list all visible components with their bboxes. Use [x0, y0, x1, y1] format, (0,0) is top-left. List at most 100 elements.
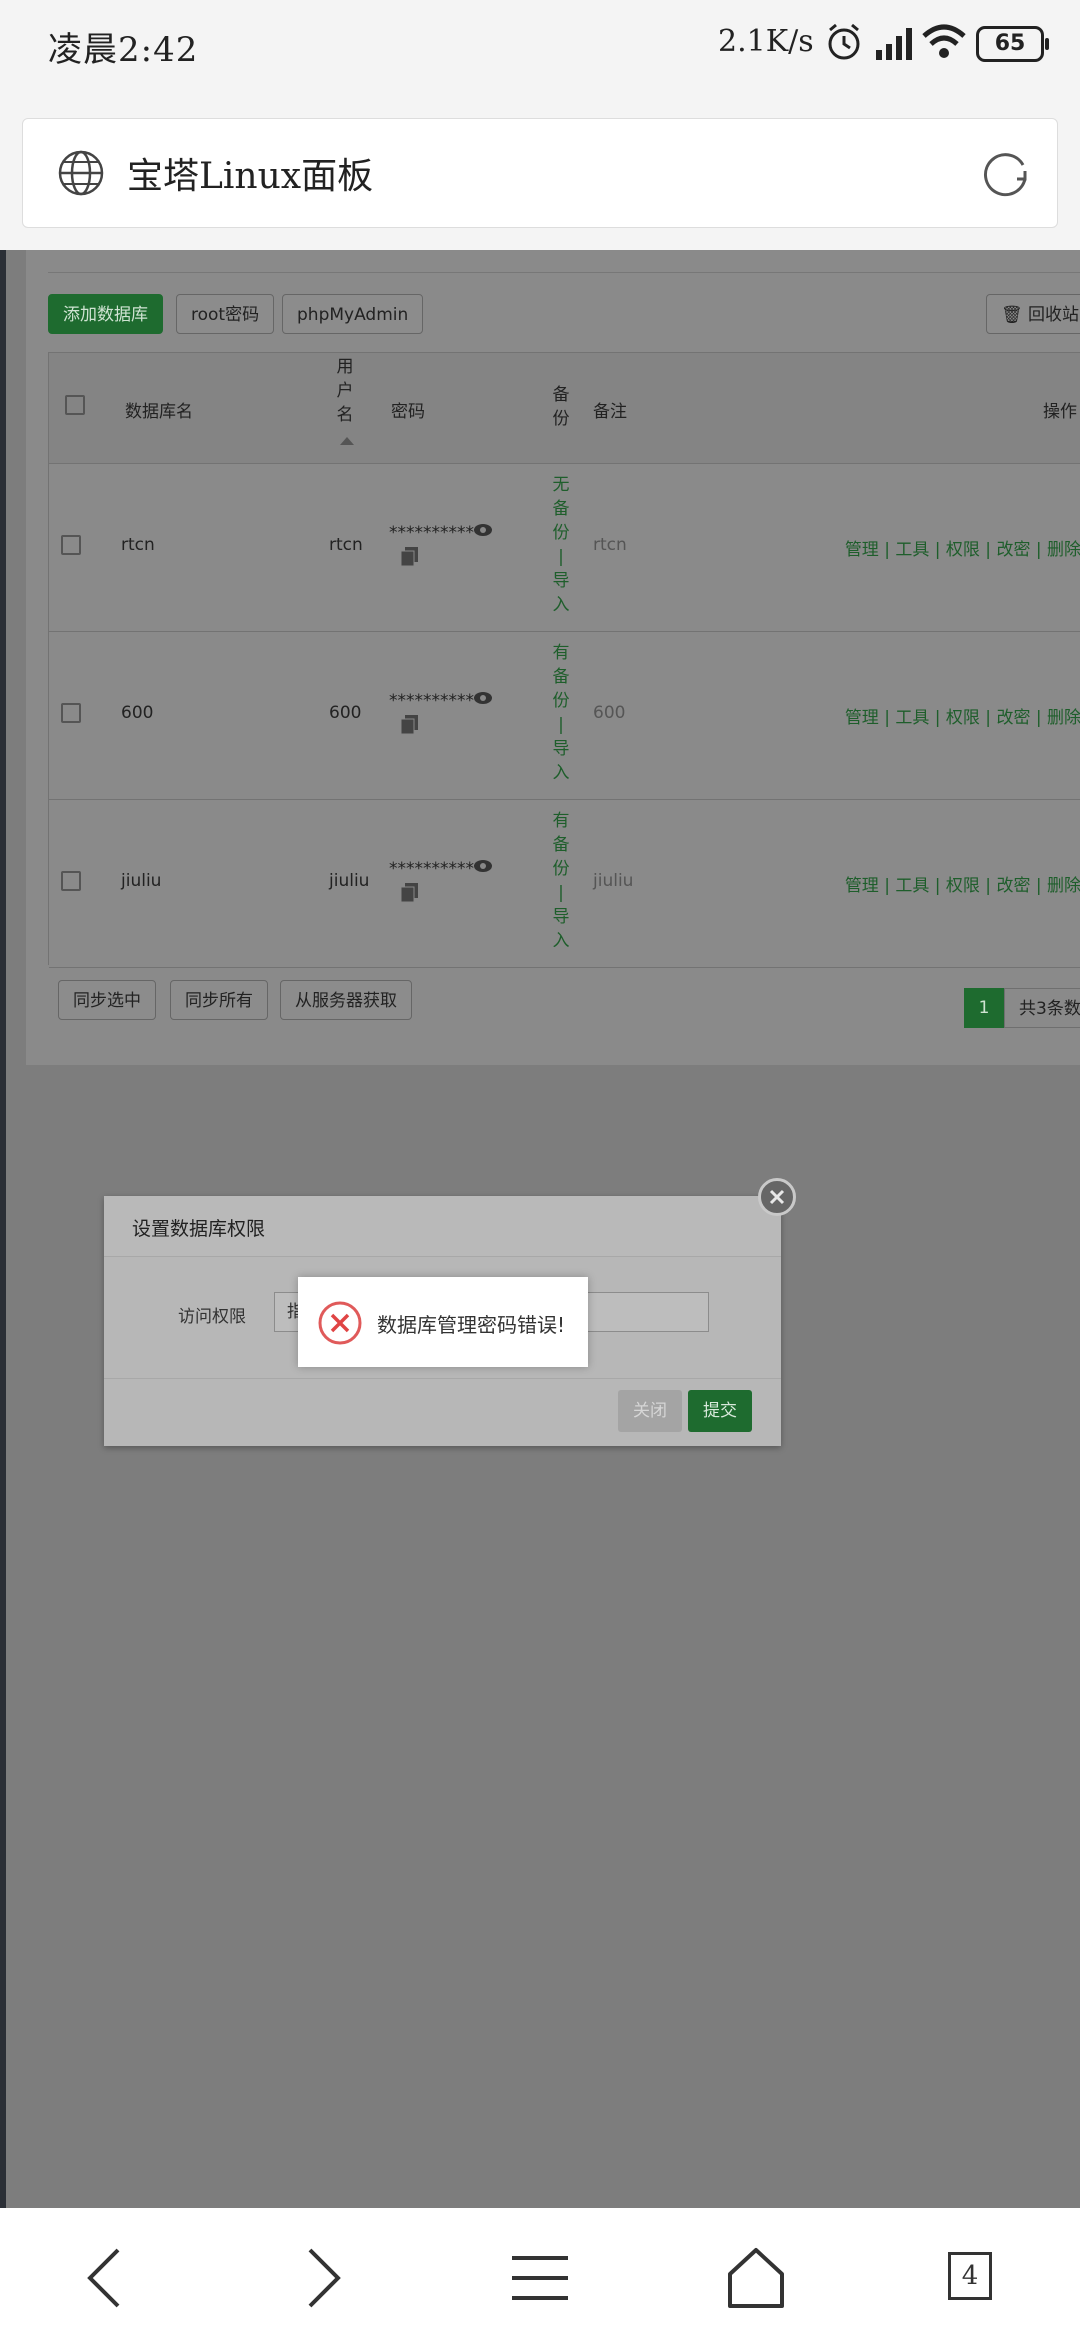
col-backup: 备份 [552, 385, 570, 429]
op-separator: | [929, 708, 946, 728]
db-user: jiuliu [329, 871, 370, 891]
row-checkbox[interactable] [61, 871, 81, 891]
eye-icon[interactable] [473, 523, 493, 537]
address-bar[interactable]: 宝塔Linux面板 [22, 118, 1058, 228]
backup-status-link[interactable]: 有备份 [551, 641, 571, 713]
db-password: ********** [389, 859, 474, 879]
col-ops: 操作 [1043, 402, 1077, 422]
delete-link[interactable]: 删除 [1047, 540, 1080, 560]
sync-all-button[interactable]: 同步所有 [170, 980, 268, 1020]
root-password-button[interactable]: root密码 [176, 294, 275, 334]
op-separator: | [1030, 540, 1047, 560]
dialog-title: 设置数据库权限 [132, 1218, 266, 1240]
tools-link[interactable]: 工具 [895, 540, 929, 560]
op-separator: | [979, 708, 997, 728]
submit-button[interactable]: 提交 [688, 1390, 752, 1432]
copy-icon[interactable] [401, 883, 419, 903]
select-all-checkbox[interactable] [65, 395, 85, 415]
import-link[interactable]: 导入 [551, 569, 571, 617]
battery-icon: 65 [976, 26, 1049, 62]
col-note: 备注 [593, 402, 627, 422]
permission-link[interactable]: 权限 [946, 708, 980, 728]
access-permission-label: 访问权限 [178, 1307, 246, 1327]
recycle-bin-button[interactable]: 🗑 回收站 [986, 294, 1080, 334]
change-password-link[interactable]: 改密 [996, 876, 1030, 896]
sync-selected-button[interactable]: 同步选中 [58, 980, 156, 1020]
dialog-header: 设置数据库权限 [104, 1196, 781, 1257]
browser-header: 宝塔Linux面板 [0, 88, 1080, 250]
op-separator: | [929, 540, 946, 560]
table-row: rtcn rtcn ********** 无备份 | 导入 rtcn 管理 | … [49, 463, 1080, 632]
error-message: 数据库管理密码错误! [377, 1313, 566, 1337]
db-user: 600 [329, 703, 362, 723]
backup-status-link[interactable]: 有备份 [551, 809, 571, 881]
menu-icon[interactable] [500, 2238, 580, 2318]
op-separator: | [929, 876, 946, 896]
backup-separator: | [558, 883, 564, 903]
import-link[interactable]: 导入 [551, 905, 571, 953]
dialog-close-icon[interactable] [758, 1178, 796, 1216]
status-time: 凌晨2:42 [48, 30, 199, 70]
delete-link[interactable]: 删除 [1047, 708, 1080, 728]
tabs-button[interactable]: 4 [932, 2238, 1012, 2318]
row-actions: 管理 | 工具 | 权限 | 改密 | 删除 [845, 703, 1080, 728]
delete-link[interactable]: 删除 [1047, 876, 1080, 896]
pagination-total: 共3条数据 [1004, 988, 1080, 1028]
battery-level: 65 [994, 31, 1026, 56]
backup-status-link[interactable]: 无备份 [551, 473, 571, 545]
db-user: rtcn [329, 535, 363, 555]
op-separator: | [979, 540, 997, 560]
op-separator: | [878, 540, 896, 560]
pagination-current[interactable]: 1 [964, 988, 1004, 1028]
alarm-icon [828, 23, 860, 60]
tabs-icon: 4 [948, 2252, 992, 2300]
divider [48, 272, 1080, 273]
error-toast: 数据库管理密码错误! [298, 1277, 588, 1367]
manage-link[interactable]: 管理 [845, 876, 879, 896]
phpmyadmin-button[interactable]: phpMyAdmin [282, 294, 424, 334]
browser-nav-bar: 4 [0, 2208, 1080, 2340]
signal-icon [876, 28, 912, 60]
op-separator: | [878, 876, 896, 896]
status-bar: 凌晨2:42 2.1K/s 65 [0, 0, 1080, 88]
copy-icon[interactable] [401, 715, 419, 735]
op-separator: | [878, 708, 896, 728]
copy-icon[interactable] [401, 547, 419, 567]
manage-link[interactable]: 管理 [845, 540, 879, 560]
row-actions: 管理 | 工具 | 权限 | 改密 | 删除 [845, 871, 1080, 896]
import-link[interactable]: 导入 [551, 737, 571, 785]
add-database-button[interactable]: 添加数据库 [48, 294, 163, 334]
page-title: 宝塔Linux面板 [127, 156, 374, 197]
change-password-link[interactable]: 改密 [996, 540, 1030, 560]
db-note: jiuliu [593, 871, 634, 891]
db-name: rtcn [121, 535, 155, 555]
close-button[interactable]: 关闭 [618, 1390, 682, 1432]
wifi-icon [922, 24, 966, 58]
eye-icon[interactable] [473, 691, 493, 705]
back-icon[interactable] [66, 2238, 146, 2318]
sort-asc-icon [340, 437, 354, 445]
tools-link[interactable]: 工具 [895, 708, 929, 728]
permission-link[interactable]: 权限 [946, 540, 980, 560]
db-note: 600 [593, 703, 626, 723]
table-row: 600 600 ********** 有备份 | 导入 600 管理 | 工具 … [49, 631, 1080, 800]
backup-separator: | [558, 547, 564, 567]
database-table: 数据库名 用户名 密码 备份 备注 操作 rtcn rtcn *********… [48, 352, 1080, 968]
col-db-name: 数据库名 [125, 402, 193, 422]
forward-icon[interactable] [282, 2238, 362, 2318]
globe-icon [58, 150, 104, 196]
permission-link[interactable]: 权限 [946, 876, 980, 896]
row-actions: 管理 | 工具 | 权限 | 改密 | 删除 [845, 535, 1080, 560]
db-password: ********** [389, 691, 474, 711]
row-checkbox[interactable] [61, 703, 81, 723]
manage-link[interactable]: 管理 [845, 708, 879, 728]
fetch-from-server-button[interactable]: 从服务器获取 [280, 980, 412, 1020]
eye-icon[interactable] [473, 859, 493, 873]
tools-link[interactable]: 工具 [895, 876, 929, 896]
home-icon[interactable] [716, 2238, 796, 2318]
change-password-link[interactable]: 改密 [996, 708, 1030, 728]
row-checkbox[interactable] [61, 535, 81, 555]
reload-icon[interactable] [979, 147, 1033, 201]
sidebar-edge [0, 250, 6, 2208]
col-username[interactable]: 用户名 [335, 355, 355, 427]
